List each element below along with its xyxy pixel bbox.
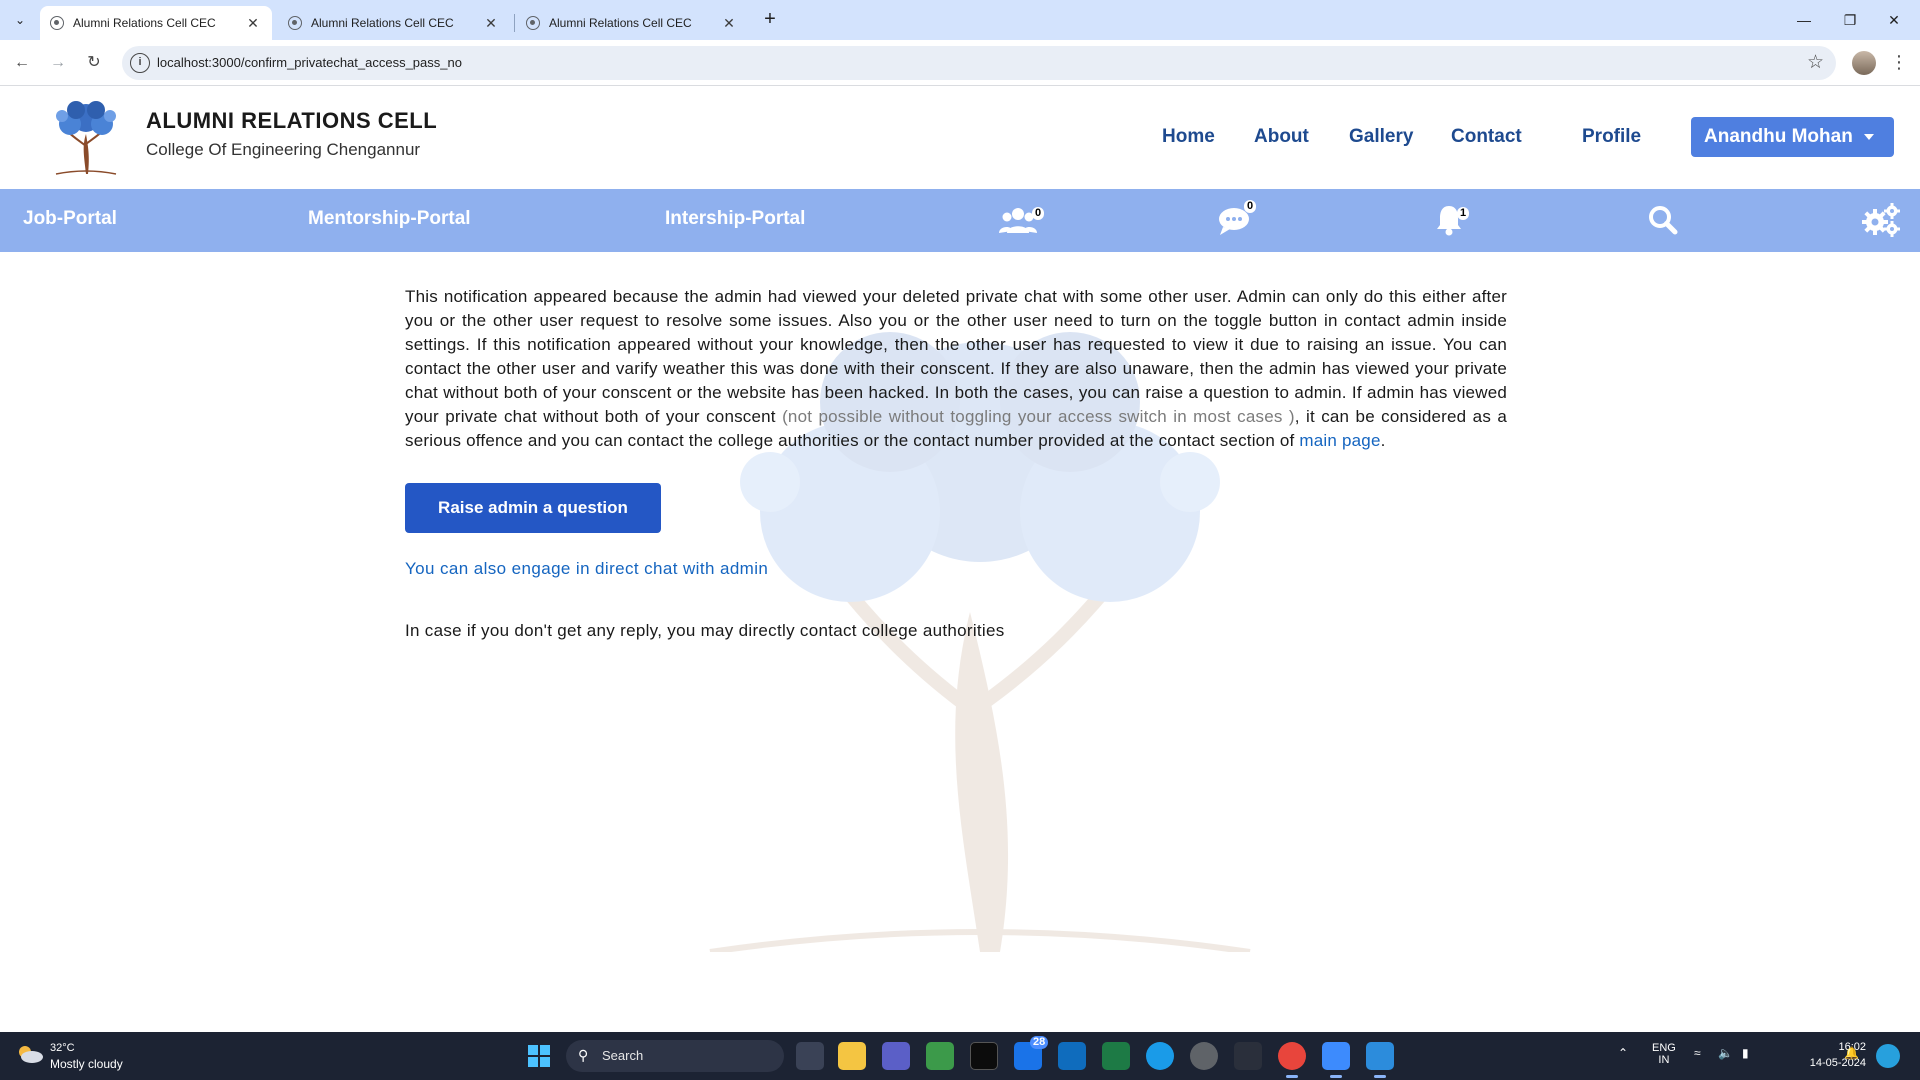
caret-down-icon	[1863, 134, 1874, 140]
site-title: ALUMNI RELATIONS CELL	[146, 108, 438, 133]
chat-count-badge: 0	[1244, 200, 1257, 213]
tab-divider	[514, 14, 515, 32]
browser-tab-3[interactable]: Alumni Relations Cell CEC ✕	[516, 6, 748, 40]
tab-title: Alumni Relations Cell CEC	[549, 16, 692, 30]
app-icon[interactable]	[926, 1042, 954, 1070]
globe-icon	[526, 16, 540, 30]
job-portal-link[interactable]: Job-Portal	[23, 208, 117, 230]
mail-icon[interactable]: 28	[1014, 1036, 1049, 1070]
portal-nav-bar: Job-Portal Mentorship-Portal Intership-P…	[0, 189, 1920, 252]
globe-icon	[50, 16, 64, 30]
minimize-icon[interactable]: —	[1782, 4, 1826, 36]
settings-button[interactable]	[1862, 203, 1900, 242]
users-icon	[999, 208, 1037, 233]
gears-icon	[1862, 203, 1900, 237]
notice-text-end: .	[1380, 431, 1386, 450]
windows-taskbar: 32°C Mostly cloudy ⚲ Search 28 ⌃ ENG IN …	[0, 1032, 1920, 1080]
notice-muted-note: (not possible without toggling your acce…	[782, 407, 1295, 426]
edge-icon[interactable]	[1146, 1042, 1174, 1070]
nav-home-link[interactable]: Home	[1162, 126, 1215, 148]
notification-count-badge: 1	[1457, 207, 1470, 220]
app-icon[interactable]	[1234, 1042, 1262, 1070]
groups-count-badge: 0	[1032, 207, 1045, 220]
taskbar-search[interactable]: ⚲ Search	[566, 1040, 784, 1072]
site-subtitle: College Of Engineering Chengannur	[146, 140, 421, 159]
restore-icon[interactable]: ❐	[1828, 4, 1872, 36]
globe-icon	[288, 16, 302, 30]
browser-tab-bar: ⌄ Alumni Relations Cell CEC ✕ Alumni Rel…	[0, 0, 1920, 40]
notice-text-part1: This notification appeared because the a…	[405, 287, 1507, 426]
notice-content: This notification appeared because the a…	[405, 285, 1507, 641]
forward-arrow-icon[interactable]: →	[46, 51, 70, 75]
close-tab-icon[interactable]: ✕	[482, 15, 500, 32]
tab-title: Alumni Relations Cell CEC	[73, 16, 216, 30]
excel-icon[interactable]	[1102, 1042, 1130, 1070]
tab-search-chevron-icon[interactable]: ⌄	[8, 8, 32, 32]
site-header: ALUMNI RELATIONS CELL College Of Enginee…	[0, 86, 1920, 189]
site-info-icon[interactable]: i	[130, 53, 150, 73]
nav-profile-link[interactable]: Profile	[1582, 126, 1641, 148]
tab-title: Alumni Relations Cell CEC	[311, 16, 454, 30]
new-tab-icon[interactable]: +	[758, 8, 782, 32]
main-content: This notification appeared because the a…	[0, 252, 1920, 1032]
fallback-contact-text: In case if you don't get any reply, you …	[405, 621, 1005, 640]
mentorship-portal-link[interactable]: Mentorship-Portal	[308, 208, 471, 230]
profile-avatar[interactable]	[1852, 51, 1876, 75]
region-code: IN	[1658, 1054, 1670, 1066]
notification-bell-icon[interactable]: 🔔	[1844, 1046, 1859, 1060]
user-name: Anandhu Mohan	[1704, 126, 1853, 147]
search-button[interactable]	[1648, 205, 1678, 240]
windows-start-icon[interactable]	[528, 1045, 550, 1067]
task-view-icon[interactable]	[796, 1042, 824, 1070]
direct-chat-admin-link[interactable]: You can also engage in direct chat with …	[405, 559, 1507, 579]
battery-icon[interactable]: ▮	[1742, 1046, 1749, 1060]
show-hidden-icons-icon[interactable]: ⌃	[1618, 1046, 1628, 1060]
language-indicator[interactable]: ENG IN	[1652, 1042, 1676, 1066]
cloud-weather-icon[interactable]	[16, 1044, 44, 1064]
app-icon[interactable]	[1058, 1042, 1086, 1070]
browser-tab-1[interactable]: Alumni Relations Cell CEC ✕	[40, 6, 272, 40]
language-code: ENG	[1652, 1042, 1676, 1054]
chat-button[interactable]: 0	[1218, 200, 1257, 242]
browser-toolbar: ← → ↻ i localhost:3000/confirm_privatech…	[0, 40, 1920, 86]
taskbar-search-label: Search	[602, 1048, 644, 1063]
teams-icon[interactable]	[882, 1042, 910, 1070]
groups-button[interactable]: 0	[998, 203, 1045, 242]
tree-logo-icon[interactable]	[46, 96, 126, 178]
weather-description[interactable]: Mostly cloudy	[50, 1057, 123, 1071]
notice-paragraph: This notification appeared because the a…	[405, 285, 1507, 453]
internship-portal-link[interactable]: Intership-Portal	[665, 208, 805, 230]
weather-temperature[interactable]: 32°C	[50, 1042, 75, 1054]
address-bar[interactable]: i localhost:3000/confirm_privatechat_acc…	[122, 46, 1836, 80]
close-tab-icon[interactable]: ✕	[720, 15, 738, 32]
mail-count-badge: 28	[1030, 1036, 1049, 1049]
raise-admin-question-button[interactable]: Raise admin a question	[405, 483, 661, 533]
copilot-icon[interactable]	[1876, 1044, 1900, 1068]
url-text[interactable]: localhost:3000/confirm_privatechat_acces…	[157, 55, 462, 70]
wifi-icon[interactable]: ≈	[1694, 1046, 1701, 1060]
browser-tab-2[interactable]: Alumni Relations Cell CEC ✕	[278, 6, 510, 40]
close-tab-icon[interactable]: ✕	[244, 15, 262, 32]
volume-mute-icon[interactable]: 🔈	[1718, 1046, 1733, 1060]
search-icon	[1649, 206, 1678, 235]
notepad-icon[interactable]	[1322, 1042, 1350, 1078]
user-dropdown-button[interactable]: Anandhu Mohan	[1691, 117, 1894, 157]
main-page-link[interactable]: main page	[1299, 431, 1380, 450]
close-window-icon[interactable]: ✕	[1872, 4, 1916, 36]
notifications-button[interactable]: 1	[1435, 203, 1470, 242]
search-icon: ⚲	[578, 1047, 589, 1063]
app-icon[interactable]	[1190, 1042, 1218, 1070]
terminal-icon[interactable]	[970, 1042, 998, 1070]
back-arrow-icon[interactable]: ←	[10, 51, 34, 75]
chrome-icon[interactable]	[1278, 1042, 1306, 1078]
nav-contact-link[interactable]: Contact	[1451, 126, 1522, 148]
file-explorer-icon[interactable]	[838, 1042, 866, 1070]
nav-about-link[interactable]: About	[1254, 126, 1309, 148]
vscode-icon[interactable]	[1366, 1042, 1394, 1078]
nav-gallery-link[interactable]: Gallery	[1349, 126, 1413, 148]
more-menu-icon[interactable]: ⋮	[1890, 50, 1908, 76]
reload-icon[interactable]: ↻	[82, 51, 106, 75]
bookmark-star-icon[interactable]: ☆	[1807, 51, 1824, 74]
